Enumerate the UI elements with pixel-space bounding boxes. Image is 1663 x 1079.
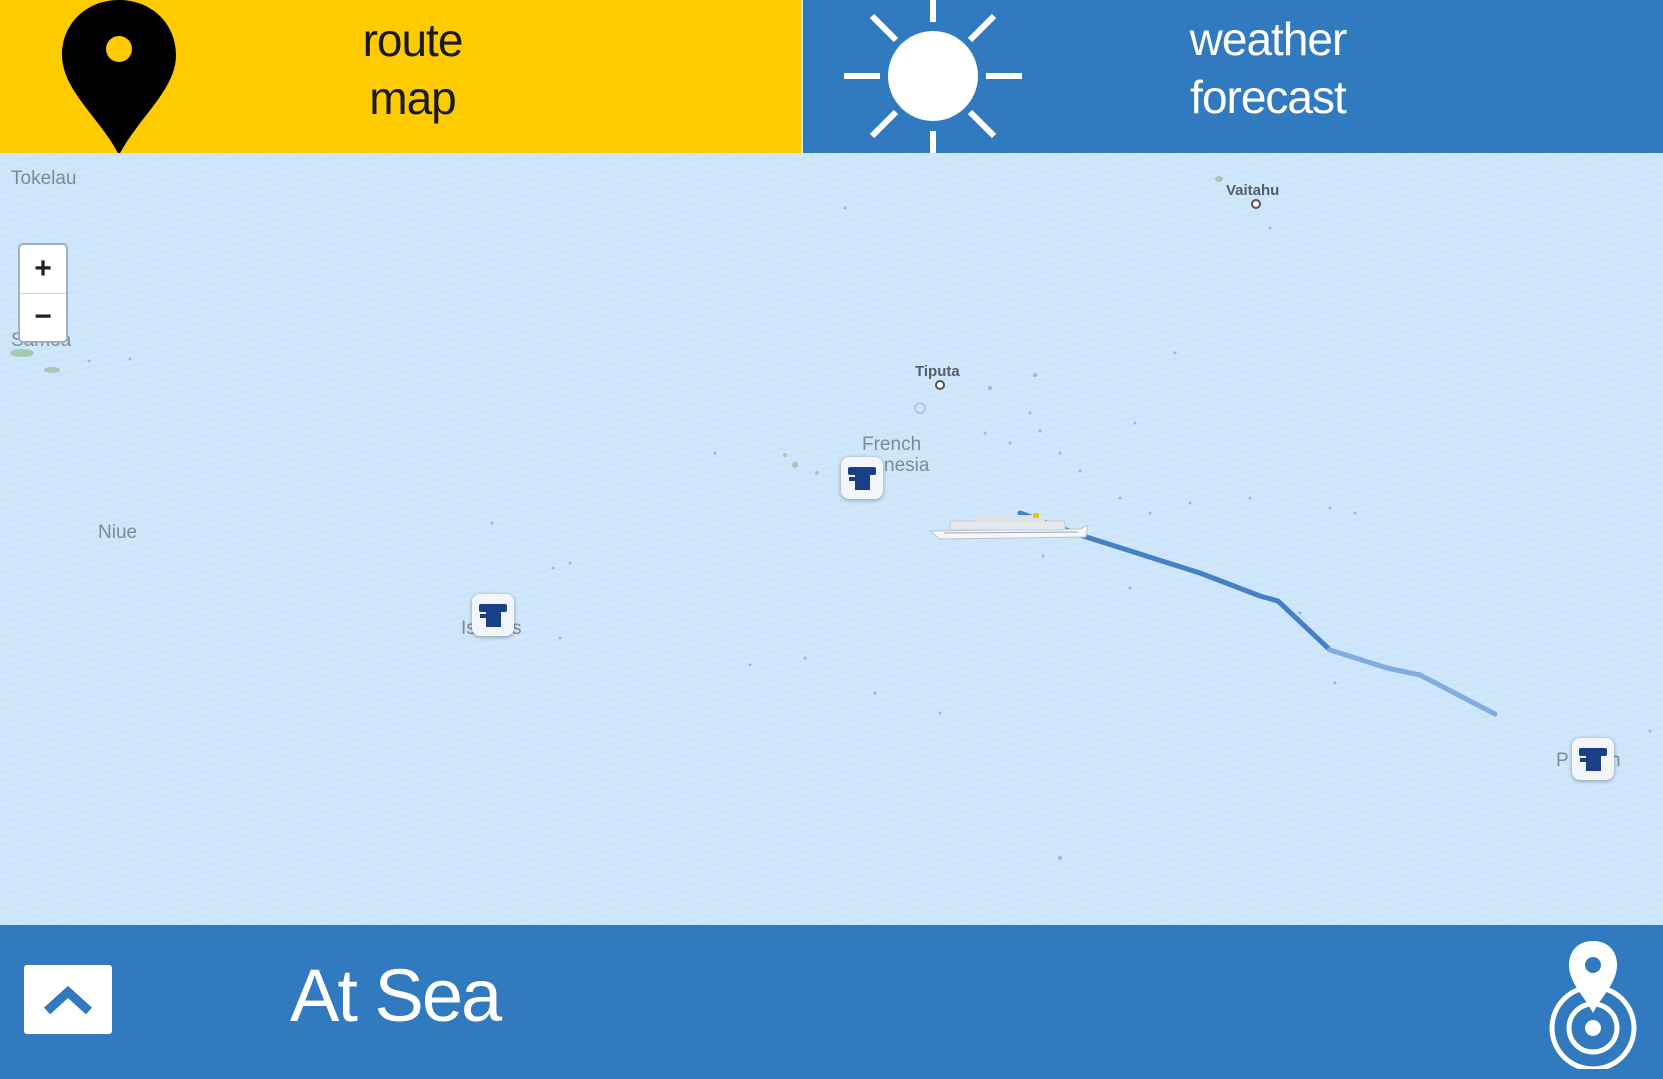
- tab-route-line2: map: [369, 72, 456, 124]
- cruise-ship-icon[interactable]: [930, 513, 1090, 545]
- chevron-up-icon: [43, 985, 93, 1015]
- label-pitcairn-partial-left: P: [1556, 750, 1569, 771]
- tab-route-line1: route: [362, 14, 464, 66]
- expand-button[interactable]: [24, 965, 112, 1034]
- zoom-in-button[interactable]: +: [20, 245, 66, 294]
- tab-weather-line2: forecast: [1190, 71, 1347, 123]
- top-tab-bar: route map weather forecast: [0, 0, 1663, 155]
- port-anchor-icon: [848, 467, 876, 490]
- label-vaitahu: Vaitahu: [1226, 182, 1280, 199]
- map-islands-and-route: [10, 176, 1652, 860]
- label-niue: Niue: [98, 522, 138, 543]
- tab-route-label: route map: [280, 11, 545, 127]
- sun-icon: [844, 0, 1022, 153]
- tab-route-map[interactable]: route map: [0, 0, 801, 155]
- route-map[interactable]: Tokelau Samoa Niue Vaitahu Tiputa French…: [0, 153, 1663, 925]
- label-tiputa: Tiputa: [915, 363, 960, 380]
- zoom-control: + −: [18, 243, 68, 343]
- port-marker-pitcairn[interactable]: [1572, 738, 1614, 780]
- port-anchor-icon: [1579, 748, 1607, 771]
- port-marker-cook-islands[interactable]: [472, 594, 514, 636]
- tab-weather-forecast[interactable]: weather forecast: [803, 0, 1663, 153]
- tab-weather-line1: weather: [1189, 13, 1348, 65]
- port-marker-french-polynesia[interactable]: [841, 457, 883, 499]
- label-french: French: [862, 434, 922, 455]
- zoom-out-button[interactable]: −: [20, 293, 66, 341]
- status-bar: At Sea: [0, 925, 1663, 1079]
- map-pin-icon: [62, 0, 176, 155]
- label-nesia: nesia: [884, 455, 930, 476]
- port-anchor-icon: [479, 604, 507, 627]
- tab-weather-label: weather forecast: [1123, 10, 1413, 126]
- locate-pin-icon: [1549, 941, 1637, 1072]
- locate-ship-button[interactable]: [1545, 941, 1641, 1072]
- voyage-status: At Sea: [290, 954, 502, 1037]
- label-tokelau: Tokelau: [11, 168, 77, 189]
